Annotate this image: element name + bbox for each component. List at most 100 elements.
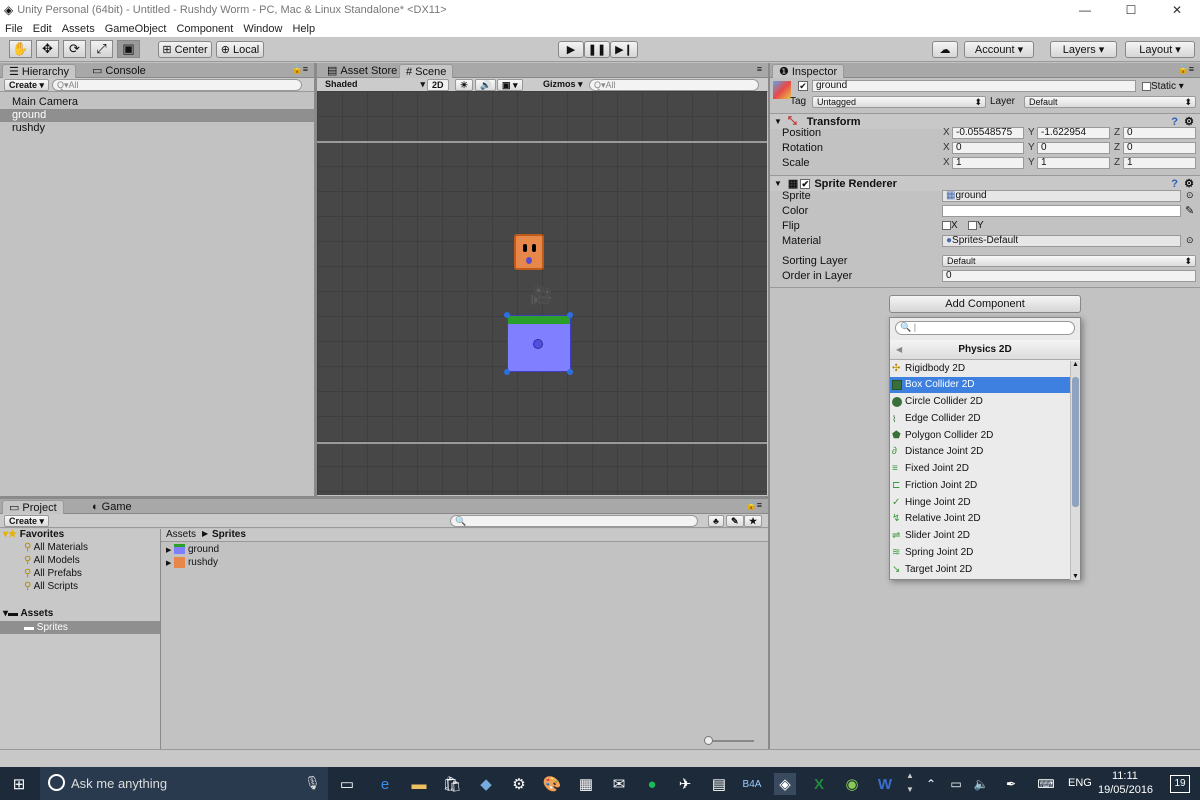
cloud-button[interactable]: ☁ (932, 41, 958, 58)
sprites-folder[interactable]: ▬ Sprites (24, 622, 68, 633)
popup-scrollbar[interactable]: ▲ ▼ (1070, 361, 1080, 580)
help-icon[interactable]: ? (1171, 116, 1178, 128)
panel-menu-icon[interactable]: 🔒≡ (1178, 64, 1194, 75)
rushdy-sprite[interactable] (514, 234, 544, 270)
sorting-layer-dropdown[interactable]: Default ⬍ (942, 255, 1196, 267)
hierarchy-item[interactable]: rushdy (12, 122, 45, 134)
rect-handle[interactable] (567, 312, 573, 318)
object-name-field[interactable]: ground (812, 80, 1136, 92)
list-item[interactable]: ✣ Rigidbody 2D (890, 361, 1070, 377)
camera-icon[interactable]: 🎥 (530, 285, 552, 306)
shaded-dropdown[interactable]: Shaded ▾ (321, 79, 425, 91)
scroll-thumb[interactable] (1072, 377, 1079, 507)
effects-icon[interactable]: ▣ ▾ (497, 79, 523, 91)
word-icon[interactable]: W (874, 773, 896, 795)
favorites-item[interactable]: ⚲ All Materials (24, 542, 88, 553)
scene-search-input[interactable]: Q▾All (589, 79, 759, 91)
tab-console[interactable]: ▭ Console (86, 64, 152, 78)
rotation-y-field[interactable]: 0 (1037, 142, 1110, 154)
account-dropdown[interactable]: Account ▾ (964, 41, 1034, 58)
close-button[interactable]: ✕ (1154, 0, 1200, 20)
pivot-center-button[interactable]: ⊞ Center (158, 41, 212, 58)
gear-icon[interactable]: ⚙ (1184, 177, 1194, 190)
calculator-icon[interactable]: ▦ (575, 773, 597, 795)
favorites-item[interactable]: ⚲ All Models (24, 555, 80, 566)
menu-gameobject[interactable]: GameObject (100, 23, 172, 35)
ground-sprite[interactable] (507, 315, 571, 372)
task-view-icon[interactable]: ▭ (336, 773, 358, 795)
object-picker-icon[interactable]: ⊙ (1186, 190, 1194, 201)
scale-x-field[interactable]: 1 (952, 157, 1024, 169)
2d-toggle[interactable]: 2D (427, 79, 449, 91)
menu-help[interactable]: Help (287, 23, 320, 35)
menu-window[interactable]: Window (238, 23, 287, 35)
tag-dropdown[interactable]: Untagged ⬍ (812, 96, 986, 108)
app-icon[interactable]: ◆ (475, 773, 497, 795)
favorites-item[interactable]: ⚲ All Prefabs (24, 568, 82, 579)
rotate-tool-icon[interactable]: ⟳ (63, 40, 86, 58)
mail-icon[interactable]: ✉ (608, 773, 630, 795)
gizmos-dropdown[interactable]: Gizmos ▾ (539, 79, 587, 91)
component-search-input[interactable]: 🔍 | (895, 321, 1075, 335)
tab-hierarchy[interactable]: ☰ Hierarchy (2, 64, 76, 78)
eyedropper-icon[interactable]: ✎ (1185, 204, 1194, 217)
excel-icon[interactable]: X (808, 773, 830, 795)
windows-start-icon[interactable]: ⊞ (8, 773, 30, 795)
zoom-slider[interactable] (704, 736, 754, 745)
paint-icon[interactable]: 🎨 (541, 773, 563, 795)
maximize-button[interactable]: ☐ (1108, 0, 1154, 20)
project-search-input[interactable]: 🔍 (450, 515, 698, 527)
layers-dropdown[interactable]: Layers ▾ (1050, 41, 1117, 58)
android-icon[interactable]: ◉ (841, 773, 863, 795)
tab-inspector[interactable]: ❶ Inspector (772, 64, 845, 78)
panel-menu-icon[interactable]: 🔒≡ (746, 500, 762, 511)
layout-dropdown[interactable]: Layout ▾ (1125, 41, 1195, 58)
step-button[interactable]: ▶❙ (610, 41, 638, 58)
tab-project[interactable]: ▭ Project (2, 500, 64, 514)
scale-z-field[interactable]: 1 (1123, 157, 1196, 169)
active-checkbox[interactable]: ✔ (798, 81, 808, 91)
rect-tool-icon[interactable]: ▣ (117, 40, 140, 58)
list-item[interactable]: ↯ Relative Joint 2D (890, 511, 1070, 527)
rect-handle[interactable] (504, 312, 510, 318)
taskbar-scroll-icon[interactable]: ▲ ▼ (904, 769, 916, 799)
filter-label-icon[interactable]: ✎ (726, 515, 744, 527)
order-in-layer-field[interactable]: 0 (942, 270, 1196, 282)
object-picker-icon[interactable]: ⊙ (1186, 235, 1194, 246)
scroll-up-icon[interactable]: ▲ (1072, 361, 1079, 368)
play-button[interactable]: ▶ (558, 41, 584, 58)
clock-time[interactable]: 11:11 (1112, 770, 1138, 782)
flip-y-checkbox[interactable]: Y (968, 220, 984, 231)
menu-file[interactable]: File (0, 23, 28, 35)
create-dropdown[interactable]: Create ▾ (4, 515, 50, 527)
scale-tool-icon[interactable]: ⤢ (90, 40, 113, 58)
menu-component[interactable]: Component (171, 23, 238, 35)
battery-icon[interactable]: ▭ (945, 773, 967, 795)
tab-scene[interactable]: # Scene (399, 64, 454, 78)
pause-button[interactable]: ❚❚ (584, 41, 610, 58)
list-item[interactable]: ↘ Target Joint 2D (890, 562, 1070, 578)
panel-menu-icon[interactable]: ≡ (757, 64, 762, 74)
add-component-button[interactable]: Add Component (889, 295, 1081, 313)
list-item[interactable]: ⌇ Edge Collider 2D (890, 411, 1070, 427)
list-item[interactable]: ⊏ Friction Joint 2D (890, 478, 1070, 494)
list-item[interactable]: ⬟ Polygon Collider 2D (890, 428, 1070, 444)
rotation-z-field[interactable]: 0 (1123, 142, 1196, 154)
rotation-x-field[interactable]: 0 (952, 142, 1024, 154)
static-toggle[interactable]: Static ▾ (1142, 81, 1184, 92)
layer-dropdown[interactable]: Default ⬍ (1024, 96, 1196, 108)
cortana-search[interactable]: Ask me anything 🎙 (40, 767, 328, 800)
file-explorer-icon[interactable]: ▬ (408, 773, 430, 795)
favorites-item[interactable]: ⚲ All Scripts (24, 581, 78, 592)
sprite-field[interactable]: ▦ground (942, 190, 1181, 202)
light-icon[interactable]: ☀ (455, 79, 474, 91)
pivot-local-button[interactable]: ⊕ Local (216, 41, 264, 58)
keyboard-icon[interactable]: ⌨ (1035, 773, 1057, 795)
spotify-icon[interactable]: ● (641, 773, 663, 795)
notification-badge[interactable]: 19 (1170, 775, 1190, 793)
position-x-field[interactable]: -0.05548575 (952, 127, 1024, 139)
microphone-icon[interactable]: 🎙 (304, 775, 321, 791)
create-dropdown[interactable]: Create ▾ (4, 79, 50, 91)
rect-handle[interactable] (567, 369, 573, 375)
list-item[interactable]: Circle Collider 2D (890, 394, 1070, 410)
